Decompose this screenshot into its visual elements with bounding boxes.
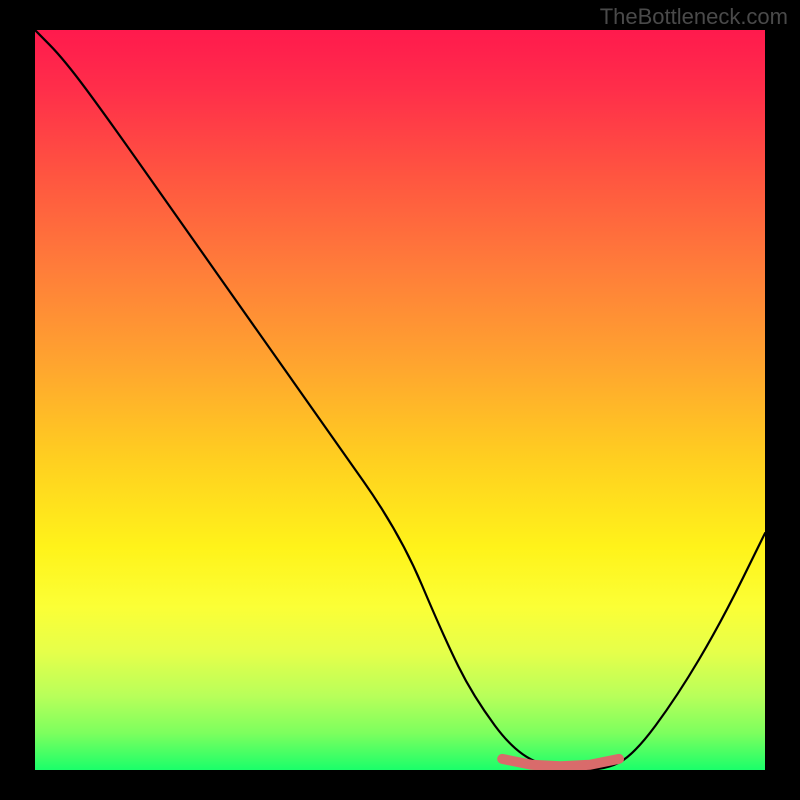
chart-container: TheBottleneck.com <box>0 0 800 800</box>
plot-area <box>35 30 765 770</box>
bottleneck-curve-line <box>35 30 765 770</box>
valley-highlight-line <box>502 759 619 766</box>
watermark-text: TheBottleneck.com <box>600 4 788 30</box>
curve-layer <box>35 30 765 770</box>
